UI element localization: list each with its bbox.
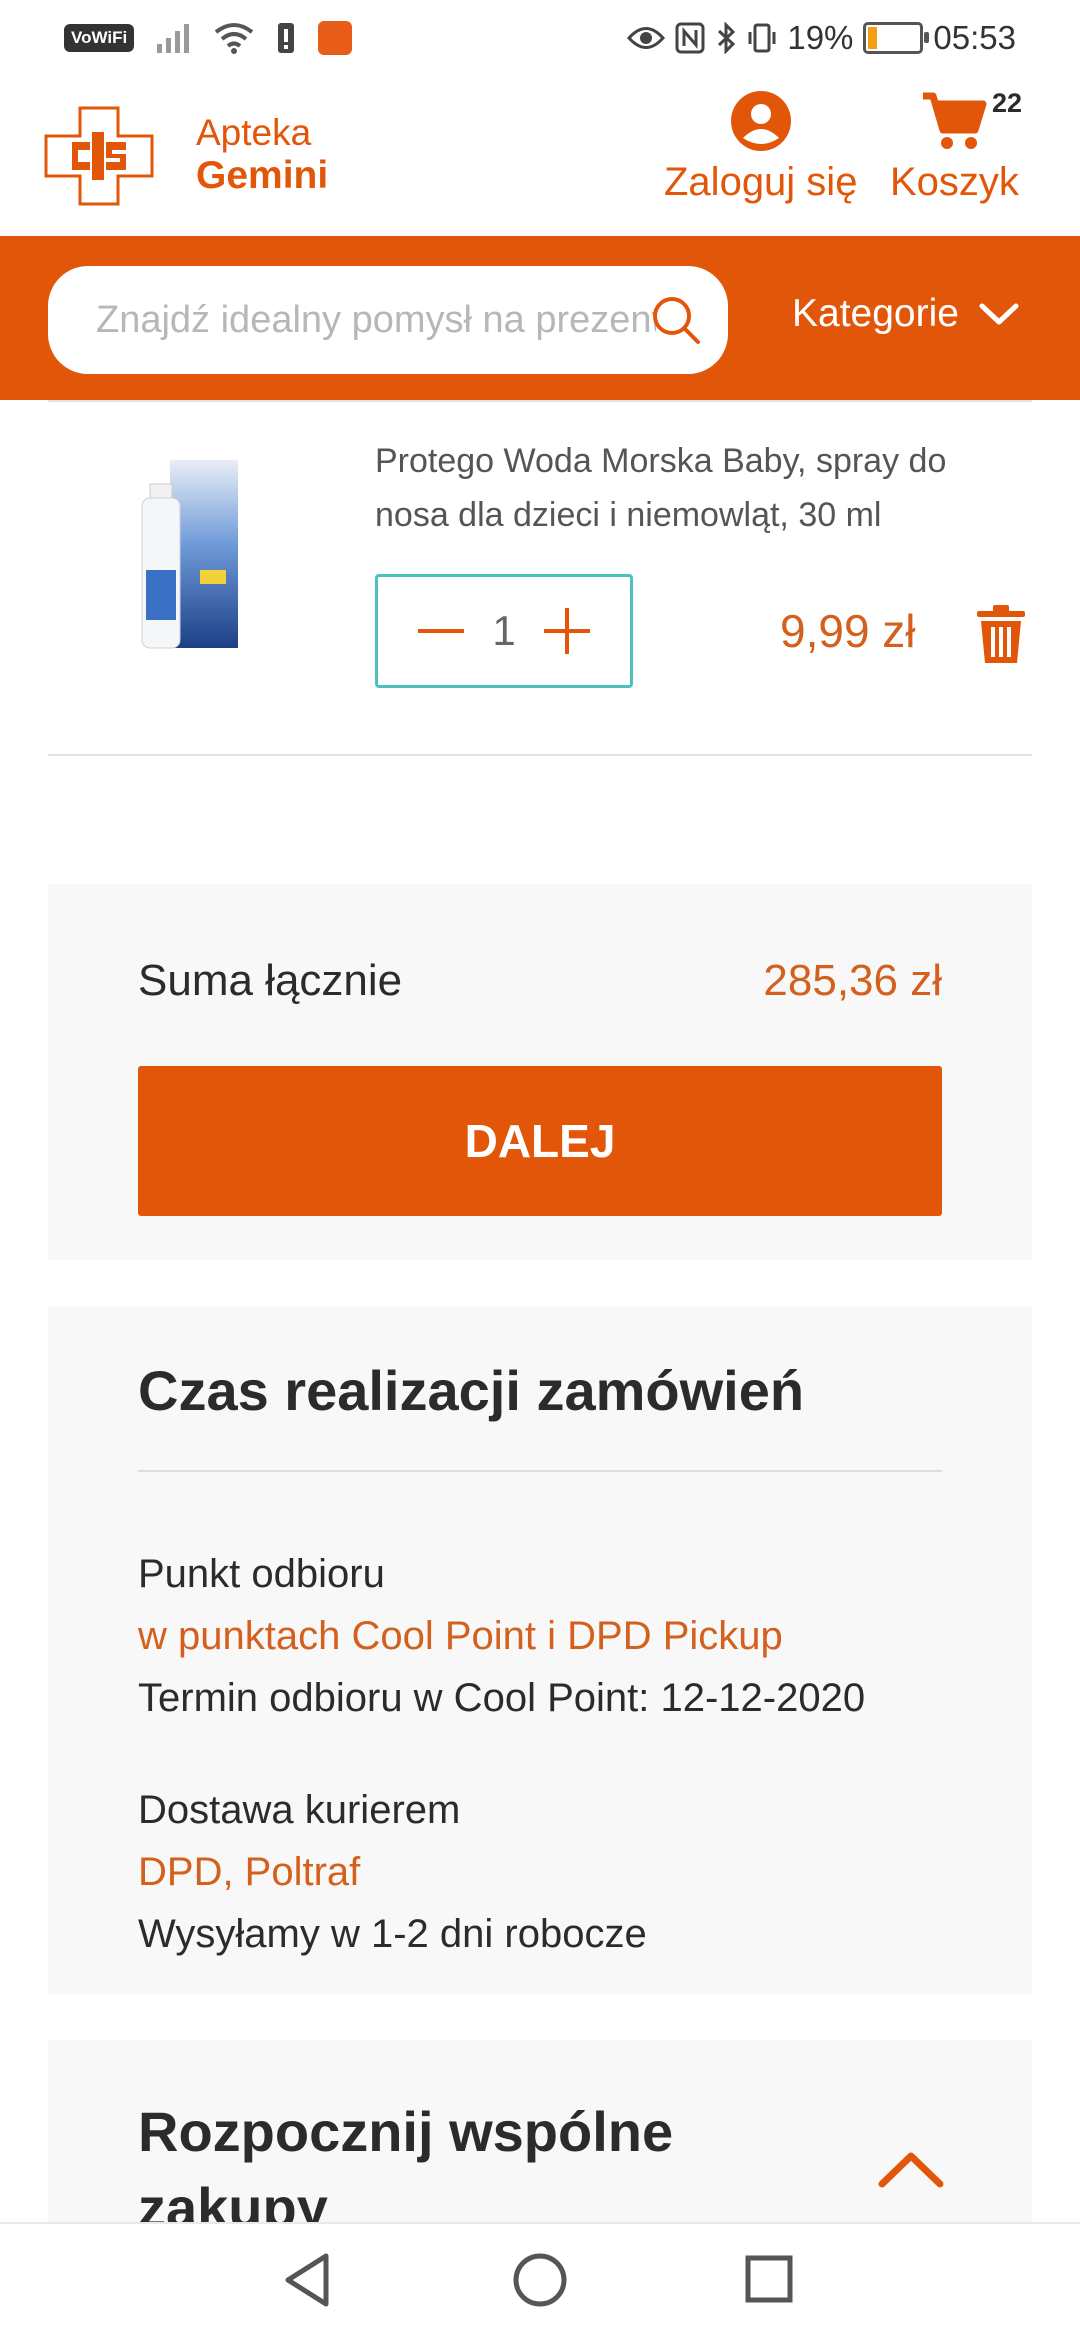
trash-icon[interactable] (975, 603, 1027, 665)
search-bar: Kategorie (0, 236, 1080, 400)
status-bar: VoWiFi 19% 05:53 (0, 0, 1080, 76)
login-button[interactable]: Zaloguj się (664, 90, 857, 205)
user-icon (730, 91, 791, 151)
search-box (48, 266, 728, 374)
battery-percent: 19% (787, 19, 854, 56)
gemini-logo-icon[interactable] (44, 106, 154, 206)
plus-icon[interactable] (543, 608, 590, 654)
clock: 05:53 (933, 19, 1016, 56)
site-header: Apteka Gemini Zaloguj się Koszyk 22 (0, 76, 1080, 236)
signal-icon (157, 24, 190, 53)
chevron-down-icon (979, 303, 1019, 325)
home-icon[interactable] (512, 2252, 568, 2308)
brand-name-line1: Apteka (196, 112, 312, 153)
brand-name-line2: Gemini (196, 154, 329, 197)
chevron-up-icon[interactable] (878, 2150, 944, 2190)
eye-icon (627, 27, 666, 49)
quantity-value[interactable]: 1 (492, 607, 515, 655)
search-icon[interactable] (650, 294, 702, 346)
vowifi-icon: VoWiFi (64, 24, 135, 52)
vibrate-icon (748, 23, 776, 53)
total-label: Suma łącznie (138, 956, 403, 1005)
search-input[interactable] (94, 297, 658, 343)
bluetooth-icon (718, 22, 736, 54)
nfc-icon (675, 22, 705, 54)
total-value: 285,36 zł (763, 956, 942, 1005)
aliexpress-icon (318, 21, 353, 55)
delivery-title: Czas realizacji zamówień (138, 1359, 805, 1422)
categories-label: Kategorie (792, 292, 959, 335)
courier-link[interactable]: DPD, Poltraf (138, 1850, 360, 1895)
alert-icon (278, 23, 295, 53)
wifi-icon (214, 23, 254, 54)
categories-dropdown[interactable]: Kategorie (792, 292, 1019, 336)
courier-label: Dostawa kurierem (138, 1788, 461, 1832)
order-summary: Suma łącznie 285,36 zł DALEJ (48, 884, 1032, 1260)
cart-label: Koszyk (890, 160, 1019, 204)
cart-icon (923, 92, 987, 149)
product-name[interactable]: Protego Woda Morska Baby, spray do nosa … (375, 434, 1025, 542)
login-label: Zaloguj się (664, 160, 858, 204)
product-price: 9,99 zł (780, 605, 916, 657)
system-nav-bar (0, 2222, 1080, 2342)
divider (48, 400, 1032, 402)
delivery-info-panel: Czas realizacji zamówień Punkt odbioru w… (48, 1306, 1032, 1994)
pickup-link[interactable]: w punktach Cool Point i DPD Pickup (138, 1614, 783, 1659)
minus-icon[interactable] (418, 627, 464, 635)
pickup-term: Termin odbioru w Cool Point: 12-12-2020 (138, 1676, 866, 1720)
product-image[interactable] (92, 450, 282, 660)
courier-note: Wysyłamy w 1-2 dni robocze (138, 1912, 647, 1956)
back-icon[interactable] (282, 2252, 334, 2308)
divider (138, 1470, 942, 1472)
quantity-stepper: 1 (375, 574, 633, 688)
battery-icon (863, 22, 930, 54)
recent-apps-icon[interactable] (744, 2252, 794, 2308)
divider (48, 754, 1032, 756)
pickup-label: Punkt odbioru (138, 1552, 385, 1596)
cart-count-badge: 22 (992, 88, 1023, 118)
next-button[interactable]: DALEJ (138, 1066, 942, 1216)
